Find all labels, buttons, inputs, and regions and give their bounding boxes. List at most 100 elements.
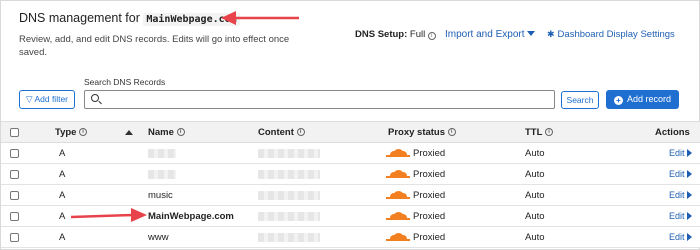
edit-link[interactable]: Edit [669, 143, 692, 163]
proxy-status-text: Proxied [413, 147, 446, 159]
ttl-cell: Auto [525, 210, 545, 222]
type-cell: A [59, 189, 66, 201]
column-name-label: Name [148, 126, 174, 138]
ttl-cell: Auto [525, 189, 545, 201]
table-row: A Proxied Auto Edit [1, 143, 700, 164]
table-header: Type i Name i Content i Proxy status i T… [1, 121, 700, 143]
proxy-status-text: Proxied [413, 231, 446, 243]
edit-label: Edit [669, 190, 685, 200]
redacted-content [258, 148, 320, 158]
redacted-content [258, 211, 320, 221]
edit-link[interactable]: Edit [669, 227, 692, 247]
cloud-icon [386, 212, 410, 220]
type-cell: A [59, 147, 66, 159]
proxy-status-text: Proxied [413, 210, 446, 222]
row-checkbox-cell [10, 164, 19, 184]
redacted-name [148, 169, 176, 179]
edit-link[interactable]: Edit [669, 164, 692, 184]
redacted-name [148, 148, 176, 158]
edit-label: Edit [669, 232, 685, 242]
column-proxy-label: Proxy status [388, 126, 446, 138]
ttl-cell: Auto [525, 168, 545, 180]
row-checkbox[interactable] [10, 169, 19, 179]
column-header-proxy-status[interactable]: Proxy status i [388, 122, 456, 142]
add-record-label: Add record [626, 94, 672, 104]
content-cell-redacted [258, 185, 320, 205]
table-row: A music Proxied Auto Edit [1, 185, 700, 206]
dns-setup-status: DNS Setup: Full i [355, 29, 436, 40]
search-field[interactable] [84, 90, 555, 109]
row-checkbox[interactable] [10, 232, 19, 242]
column-header-type[interactable]: Type i [55, 122, 88, 142]
annotation-arrow-title [221, 11, 299, 25]
caret-right-icon [686, 212, 692, 220]
column-header-actions: Actions [655, 122, 690, 142]
content-cell-redacted [258, 227, 320, 247]
column-header-ttl[interactable]: TTL i [525, 122, 554, 142]
ttl-cell: Auto [525, 147, 545, 159]
select-all-cell [10, 122, 19, 142]
type-cell: A [59, 210, 66, 222]
name-cell-redacted [148, 143, 176, 163]
row-checkbox-cell [10, 143, 19, 163]
dns-setup-label: DNS Setup: [355, 29, 408, 40]
name-cell: MainWebpage.com [148, 210, 234, 222]
cloud-icon [386, 149, 410, 157]
table-row: A Proxied Auto Edit [1, 164, 700, 185]
row-checkbox[interactable] [10, 190, 19, 200]
edit-link[interactable]: Edit [669, 185, 692, 205]
caret-right-icon [686, 149, 692, 157]
edit-label: Edit [669, 211, 685, 221]
content-cell-redacted [258, 143, 320, 163]
proxy-status-text: Proxied [413, 168, 446, 180]
info-icon: i [296, 128, 305, 136]
row-checkbox-cell [10, 227, 19, 247]
column-header-content[interactable]: Content i [258, 122, 305, 142]
add-record-button[interactable]: + Add record [606, 90, 679, 109]
info-icon: i [176, 128, 185, 136]
sort-cell [125, 122, 133, 142]
proxy-cell: Proxied [386, 185, 445, 205]
annotation-arrow-row [70, 208, 147, 222]
redacted-content [258, 232, 320, 242]
dns-management-panel: DNS management for MainWebpage.com Revie… [0, 0, 700, 250]
info-icon: i [447, 128, 456, 136]
cloud-icon [386, 233, 410, 241]
content-cell-redacted [258, 164, 320, 184]
row-checkbox-cell [10, 206, 19, 226]
page-title: DNS management for MainWebpage.com [19, 11, 240, 26]
column-actions-label: Actions [655, 126, 690, 138]
sort-ascending-icon[interactable] [125, 129, 133, 135]
row-checkbox[interactable] [10, 148, 19, 158]
filter-icon: ▽ [26, 94, 33, 104]
redacted-content [258, 190, 320, 200]
plus-circle-icon: + [613, 96, 623, 105]
content-cell-redacted [258, 206, 320, 226]
dashboard-display-settings-link[interactable]: ✱ Dashboard Display Settings [547, 29, 675, 40]
search-button[interactable]: Search [561, 91, 599, 109]
edit-label: Edit [669, 169, 685, 179]
select-all-checkbox[interactable] [10, 127, 19, 137]
column-ttl-label: TTL [525, 126, 543, 138]
caret-right-icon [686, 233, 692, 241]
type-cell: A [59, 168, 66, 180]
add-filter-button[interactable]: ▽ Add filter [19, 90, 75, 109]
caret-right-icon [686, 170, 692, 178]
proxy-cell: Proxied [386, 164, 446, 184]
gear-icon: ✱ [547, 29, 555, 39]
info-icon[interactable]: i [427, 32, 436, 40]
row-checkbox-cell [10, 185, 19, 205]
search-input[interactable] [105, 92, 545, 107]
edit-link[interactable]: Edit [669, 206, 692, 226]
row-checkbox[interactable] [10, 211, 19, 221]
name-cell: music [148, 189, 173, 201]
page-description: Review, add, and edit DNS records. Edits… [19, 34, 290, 58]
table-row: A www Proxied Auto Edit [1, 227, 700, 248]
caret-right-icon [686, 191, 692, 199]
title-prefix: DNS management for [19, 11, 140, 25]
dns-setup-value: Full [409, 29, 426, 40]
column-header-name[interactable]: Name i [148, 122, 185, 142]
import-export-menu[interactable]: Import and Export [445, 29, 536, 40]
name-cell: www [148, 231, 169, 243]
dashboard-settings-label: Dashboard Display Settings [557, 29, 675, 40]
